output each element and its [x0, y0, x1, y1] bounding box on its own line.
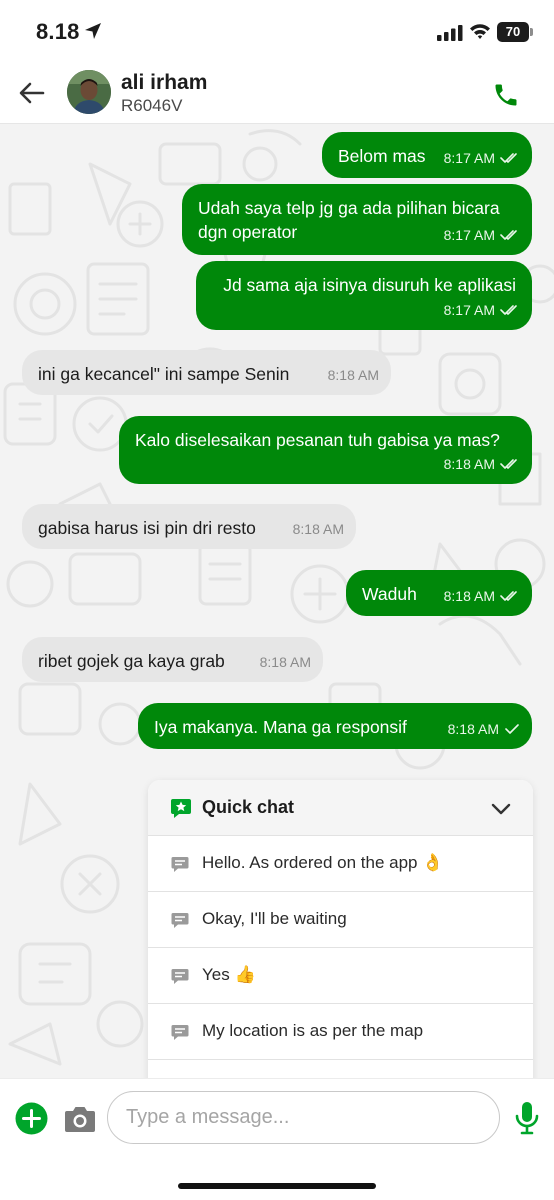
wifi-icon: [470, 24, 490, 39]
chat-header: ali irham R6046V: [0, 62, 554, 124]
chat-bubble-icon: [171, 913, 189, 928]
double-check-icon: [500, 304, 520, 316]
message-time: 8:18 AM: [327, 367, 379, 383]
message-time: 8:18 AM: [447, 721, 499, 737]
home-indicator: [178, 1183, 376, 1189]
contact-id: R6046V: [121, 96, 183, 115]
message-time: 8:17 AM: [443, 227, 495, 243]
location-arrow-icon: [85, 23, 101, 39]
chat-bubble-icon: [171, 1025, 189, 1040]
phone-icon[interactable]: [492, 81, 520, 109]
message-outgoing[interactable]: Jd sama aja isinya disuruh ke aplikasi 8…: [196, 261, 532, 330]
battery-level: 70: [497, 22, 529, 42]
message-text: ini ga kecancel" ini sampe Senin: [38, 364, 290, 384]
battery-icon: 70: [497, 22, 533, 42]
quick-chat-item[interactable]: Hello. As ordered on the app 👌: [148, 836, 533, 892]
camera-icon[interactable]: [64, 1105, 96, 1133]
contact-name: ali irham: [121, 71, 208, 94]
message-text: Kalo diselesaikan pesanan tuh gabisa ya …: [135, 430, 500, 450]
quick-chat-item[interactable]: My location is as per the map: [148, 1004, 533, 1060]
message-text: Jd sama aja isinya disuruh ke aplikasi: [223, 275, 516, 295]
quick-chat-item-label: Okay, I'll be waiting: [202, 909, 347, 928]
composer-bar: [0, 1078, 554, 1200]
quick-chat-item-label: Hello. As ordered on the app 👌: [202, 853, 444, 872]
message-time: 8:18 AM: [292, 521, 344, 537]
quick-chat-item-label: My location is as per the map: [202, 1021, 424, 1040]
star-chat-icon: [171, 799, 191, 818]
quick-chat-panel: Quick chat Hello. As ordered on the app …: [148, 780, 533, 1078]
message-outgoing[interactable]: Waduh 8:18 AM: [346, 570, 532, 616]
plus-circle-icon[interactable]: [15, 1102, 48, 1135]
message-outgoing[interactable]: Iya makanya. Mana ga responsif 8:18 AM: [138, 703, 532, 749]
message-incoming[interactable]: ribet gojek ga kaya grab 8:18 AM: [22, 637, 323, 682]
message-outgoing[interactable]: Udah saya telp jg ga ada pilihan bicara …: [182, 184, 532, 255]
chat-bubble-icon: [171, 857, 189, 872]
quick-chat-title: Quick chat: [202, 797, 295, 817]
message-time: 8:17 AM: [443, 302, 495, 318]
microphone-icon[interactable]: [514, 1101, 540, 1135]
chevron-down-icon[interactable]: [489, 797, 513, 821]
message-outgoing[interactable]: Belom mas 8:17 AM: [322, 132, 532, 178]
quick-chat-item-label: Yes 👍: [202, 965, 256, 984]
double-check-icon: [500, 152, 520, 164]
chat-bubble-icon: [171, 969, 189, 984]
double-check-icon: [500, 590, 520, 602]
cellular-signal-icon: [437, 25, 463, 41]
message-input[interactable]: [107, 1091, 500, 1144]
message-time: 8:18 AM: [259, 654, 311, 670]
avatar[interactable]: [67, 70, 111, 114]
quick-chat-item[interactable]: Okay, I'll be waiting: [148, 892, 533, 948]
status-time: 8.18: [36, 19, 80, 44]
quick-chat-item[interactable]: Yes 👍: [148, 948, 533, 1004]
message-time: 8:17 AM: [443, 150, 495, 166]
arrow-left-icon[interactable]: [18, 79, 46, 107]
message-outgoing[interactable]: Kalo diselesaikan pesanan tuh gabisa ya …: [119, 416, 532, 484]
message-incoming[interactable]: gabisa harus isi pin dri resto 8:18 AM: [22, 504, 356, 549]
message-time: 8:18 AM: [443, 588, 495, 604]
double-check-icon: [500, 458, 520, 470]
check-icon: [504, 723, 520, 735]
status-bar: 8.18 70: [0, 0, 554, 62]
double-check-icon: [500, 229, 520, 241]
chat-area[interactable]: Belom mas 8:17 AM Udah saya telp jg ga a…: [0, 124, 554, 1078]
message-incoming[interactable]: ini ga kecancel" ini sampe Senin 8:18 AM: [22, 350, 391, 395]
message-time: 8:18 AM: [443, 456, 495, 472]
quick-chat-header[interactable]: Quick chat: [148, 780, 533, 836]
